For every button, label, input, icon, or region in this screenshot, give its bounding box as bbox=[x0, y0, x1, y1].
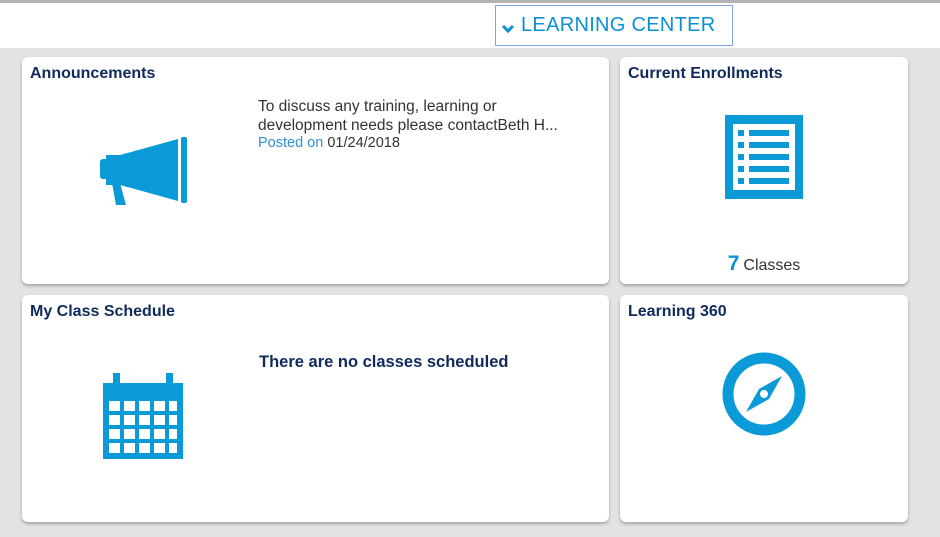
list-icon bbox=[725, 115, 803, 204]
current-enrollments-tile[interactable]: Current Enrollments 7 Classes bbox=[620, 57, 908, 284]
learning-center-label: LEARNING CENTER bbox=[521, 14, 716, 36]
posted-on-label: Posted on bbox=[258, 135, 324, 151]
announcement-posted: Posted on 01/24/2018 bbox=[258, 135, 400, 151]
class-schedule-tile[interactable]: My Class Schedule There are no classes s… bbox=[22, 295, 609, 522]
enrollment-count: 7 Classes bbox=[620, 252, 908, 276]
announcements-tile[interactable]: Announcements To discuss any training, l… bbox=[22, 57, 609, 284]
no-classes-message: There are no classes scheduled bbox=[259, 353, 509, 371]
class-schedule-title: My Class Schedule bbox=[30, 303, 175, 320]
chevron-down-icon bbox=[501, 19, 515, 33]
learning-360-tile[interactable]: Learning 360 bbox=[620, 295, 908, 522]
megaphone-icon bbox=[98, 135, 190, 212]
learning-center-nav-button[interactable]: LEARNING CENTER bbox=[495, 5, 733, 46]
posted-date: 01/24/2018 bbox=[327, 135, 400, 151]
announcement-message[interactable]: To discuss any training, learning or dev… bbox=[258, 97, 588, 135]
announcements-title: Announcements bbox=[30, 65, 156, 82]
enrollment-count-number: 7 bbox=[727, 252, 740, 275]
compass-icon bbox=[722, 351, 806, 442]
current-enrollments-title: Current Enrollments bbox=[628, 65, 783, 82]
enrollment-count-label: Classes bbox=[743, 257, 801, 274]
top-bar: LEARNING CENTER bbox=[0, 0, 940, 48]
learning-360-title: Learning 360 bbox=[628, 303, 727, 320]
calendar-icon bbox=[103, 373, 183, 464]
